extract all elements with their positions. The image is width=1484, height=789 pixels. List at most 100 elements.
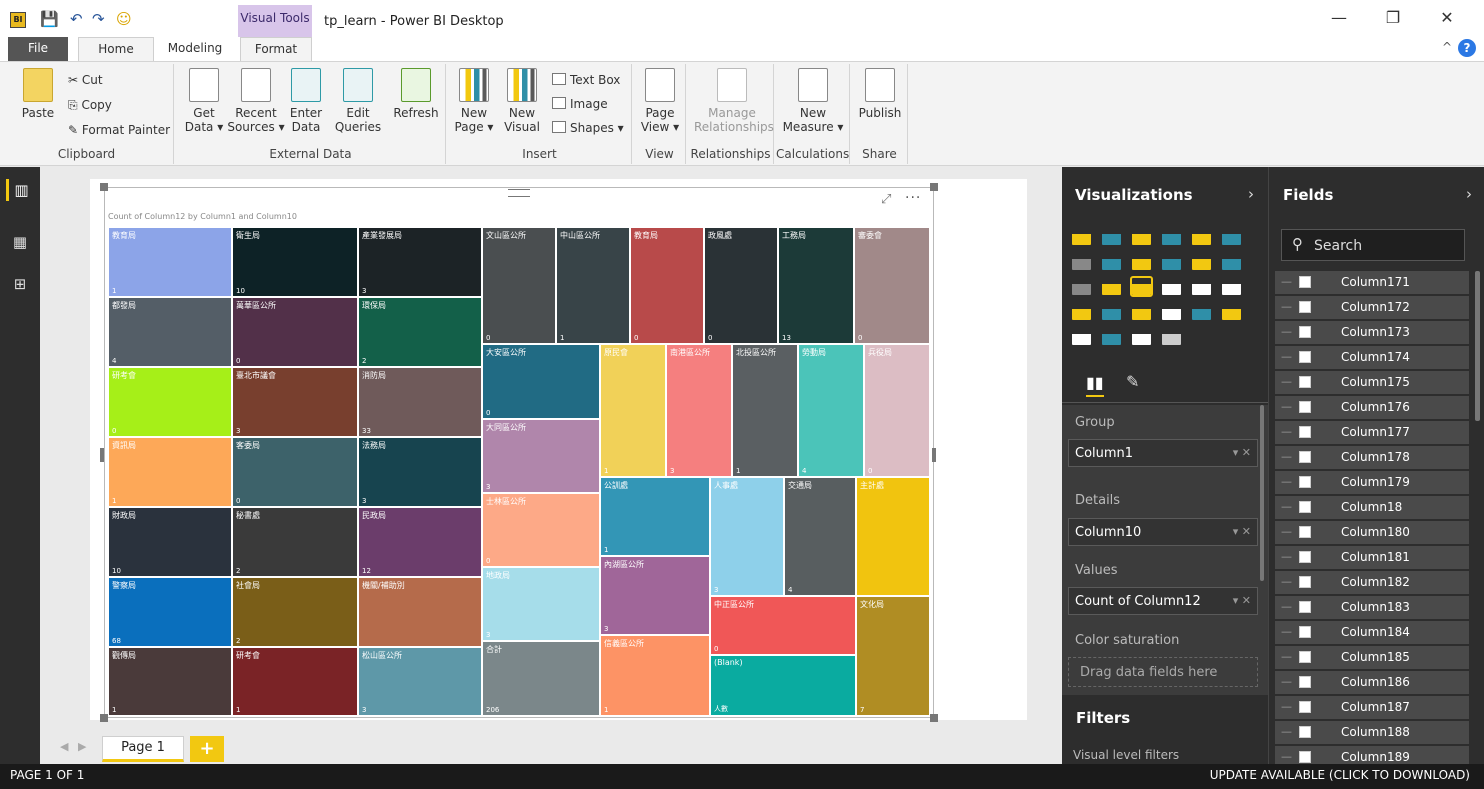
field-item[interactable]: — Column185 — [1275, 646, 1469, 669]
field-item[interactable]: — Column178 — [1275, 446, 1469, 469]
treemap-cell[interactable]: 警察局 68 — [108, 577, 232, 647]
visual-type-icon[interactable] — [1192, 228, 1211, 245]
data-view-icon[interactable]: ▦ — [9, 231, 31, 253]
field-item[interactable]: — Column184 — [1275, 621, 1469, 644]
resize-handle-top-left[interactable] — [100, 183, 108, 191]
field-item[interactable]: — Column181 — [1275, 546, 1469, 569]
field-item[interactable]: — Column177 — [1275, 421, 1469, 444]
field-checkbox[interactable] — [1299, 551, 1311, 563]
field-item[interactable]: — Column179 — [1275, 471, 1469, 494]
field-checkbox[interactable] — [1299, 676, 1311, 688]
field-item[interactable]: — Column186 — [1275, 671, 1469, 694]
visual-type-icon[interactable] — [1102, 328, 1121, 345]
collapse-ribbon-icon[interactable]: ^ — [1442, 40, 1452, 54]
visual-type-icon[interactable] — [1102, 278, 1121, 295]
visual-type-icon[interactable] — [1162, 253, 1181, 270]
new-page-button[interactable]: New Page ▾ — [454, 68, 494, 134]
field-item[interactable]: — Column180 — [1275, 521, 1469, 544]
visual-type-icon[interactable] — [1222, 278, 1241, 295]
treemap-cell[interactable]: (Blank) 人數 — [710, 655, 856, 716]
remove-field-icon[interactable]: ▾ ✕ — [1233, 525, 1251, 538]
treemap-cell[interactable]: 松山區公所 3 — [358, 647, 482, 716]
refresh-button[interactable]: Refresh — [390, 68, 442, 120]
visual-type-icon[interactable] — [1222, 303, 1241, 320]
treemap-cell[interactable]: 信義區公所 1 — [600, 635, 710, 716]
recent-sources-button[interactable]: Recent Sources ▾ — [226, 68, 286, 134]
more-options-icon[interactable]: ··· — [905, 190, 921, 206]
field-checkbox[interactable] — [1299, 726, 1311, 738]
treemap-cell[interactable]: 產業發展局 3 — [358, 227, 482, 297]
resize-handle-right[interactable] — [932, 448, 936, 462]
treemap-cell[interactable]: 地政局 3 — [482, 567, 600, 641]
treemap-cell[interactable]: 教育局 1 — [108, 227, 232, 297]
treemap-cell[interactable]: 財政局 10 — [108, 507, 232, 577]
field-item[interactable]: — Column189 — [1275, 746, 1469, 764]
treemap-cell[interactable]: 文山區公所 0 — [482, 227, 556, 344]
treemap-cell[interactable]: 兵役局 0 — [864, 344, 930, 477]
field-item[interactable]: — Column182 — [1275, 571, 1469, 594]
chevron-right-icon[interactable]: › — [1466, 185, 1472, 203]
search-input[interactable] — [1314, 236, 1454, 256]
field-checkbox[interactable] — [1299, 401, 1311, 413]
visual-type-icon[interactable] — [1072, 278, 1091, 295]
visual-type-icon[interactable] — [1072, 228, 1091, 245]
visual-type-icon[interactable] — [1162, 278, 1181, 295]
field-checkbox[interactable] — [1299, 376, 1311, 388]
restore-icon[interactable]: ❐ — [1378, 8, 1408, 27]
visual-type-icon[interactable] — [1162, 328, 1181, 345]
undo-icon[interactable]: ↶ — [70, 10, 83, 28]
treemap-cell[interactable]: 研考會 0 — [108, 367, 232, 437]
field-checkbox[interactable] — [1299, 601, 1311, 613]
visual-type-icon[interactable] — [1132, 303, 1151, 320]
field-item[interactable]: — Column173 — [1275, 321, 1469, 344]
visual-type-icon[interactable] — [1132, 228, 1151, 245]
treemap-cell[interactable]: 南港區公所 3 — [666, 344, 732, 477]
treemap-cell[interactable]: 勞動局 4 — [798, 344, 864, 477]
treemap-cell[interactable]: 社會局 2 — [232, 577, 358, 647]
visual-type-icon[interactable] — [1072, 303, 1091, 320]
previous-page-icon[interactable]: ◀ — [60, 740, 68, 753]
edit-queries-button[interactable]: Edit Queries — [334, 68, 382, 134]
field-checkbox[interactable] — [1299, 451, 1311, 463]
fields-scrollbar[interactable] — [1475, 271, 1480, 421]
treemap-cell[interactable]: 審委會 0 — [854, 227, 930, 344]
smiley-icon[interactable]: ☺ — [116, 10, 132, 28]
copy-button[interactable]: ⎘ Copy — [68, 97, 112, 113]
details-well-field[interactable]: Column10 ▾ ✕ — [1068, 518, 1258, 546]
save-icon[interactable]: 💾 — [40, 10, 59, 28]
values-well-field[interactable]: Count of Column12 ▾ ✕ — [1068, 587, 1258, 615]
treemap-cell[interactable]: 機關/補助別 — [358, 577, 482, 647]
treemap-cell[interactable]: 研考會 1 — [232, 647, 358, 716]
focus-mode-icon[interactable]: ⤢ — [881, 192, 891, 207]
field-checkbox[interactable] — [1299, 326, 1311, 338]
treemap-cell[interactable]: 原民會 1 — [600, 344, 666, 477]
visual-type-icon[interactable] — [1130, 276, 1153, 297]
tab-home[interactable]: Home — [78, 37, 154, 61]
treemap-cell[interactable]: 大安區公所 0 — [482, 344, 600, 419]
fields-well-tab-icon[interactable]: ▮▮ — [1086, 373, 1104, 397]
resize-handle-top-right[interactable] — [930, 183, 938, 191]
treemap-cell[interactable]: 工務局 13 — [778, 227, 854, 344]
resize-handle-bottom-right[interactable] — [930, 714, 938, 722]
visual-type-icon[interactable] — [1222, 228, 1241, 245]
treemap-cell[interactable]: 都發局 4 — [108, 297, 232, 367]
visual-type-icon[interactable] — [1072, 253, 1091, 270]
field-checkbox[interactable] — [1299, 426, 1311, 438]
close-icon[interactable]: ✕ — [1432, 8, 1462, 27]
field-item[interactable]: — Column18 — [1275, 496, 1469, 519]
image-button[interactable]: Image — [552, 96, 608, 112]
paint-roller-icon[interactable]: ✎ — [1126, 372, 1139, 391]
minimize-icon[interactable]: — — [1324, 8, 1354, 27]
field-item[interactable]: — Column176 — [1275, 396, 1469, 419]
treemap-cell[interactable]: 資訊局 1 — [108, 437, 232, 507]
remove-field-icon[interactable]: ▾ ✕ — [1233, 594, 1251, 607]
remove-field-icon[interactable]: ▾ ✕ — [1233, 446, 1251, 459]
treemap-cell[interactable]: 人事處 3 — [710, 477, 784, 596]
shapes-button[interactable]: Shapes ▾ — [552, 120, 624, 136]
redo-icon[interactable]: ↷ — [92, 10, 105, 28]
enter-data-button[interactable]: Enter Data — [286, 68, 326, 134]
treemap-cell[interactable]: 環保局 2 — [358, 297, 482, 367]
treemap-cell[interactable]: 主計處 — [856, 477, 930, 596]
field-checkbox[interactable] — [1299, 351, 1311, 363]
visual-type-icon[interactable] — [1192, 253, 1211, 270]
